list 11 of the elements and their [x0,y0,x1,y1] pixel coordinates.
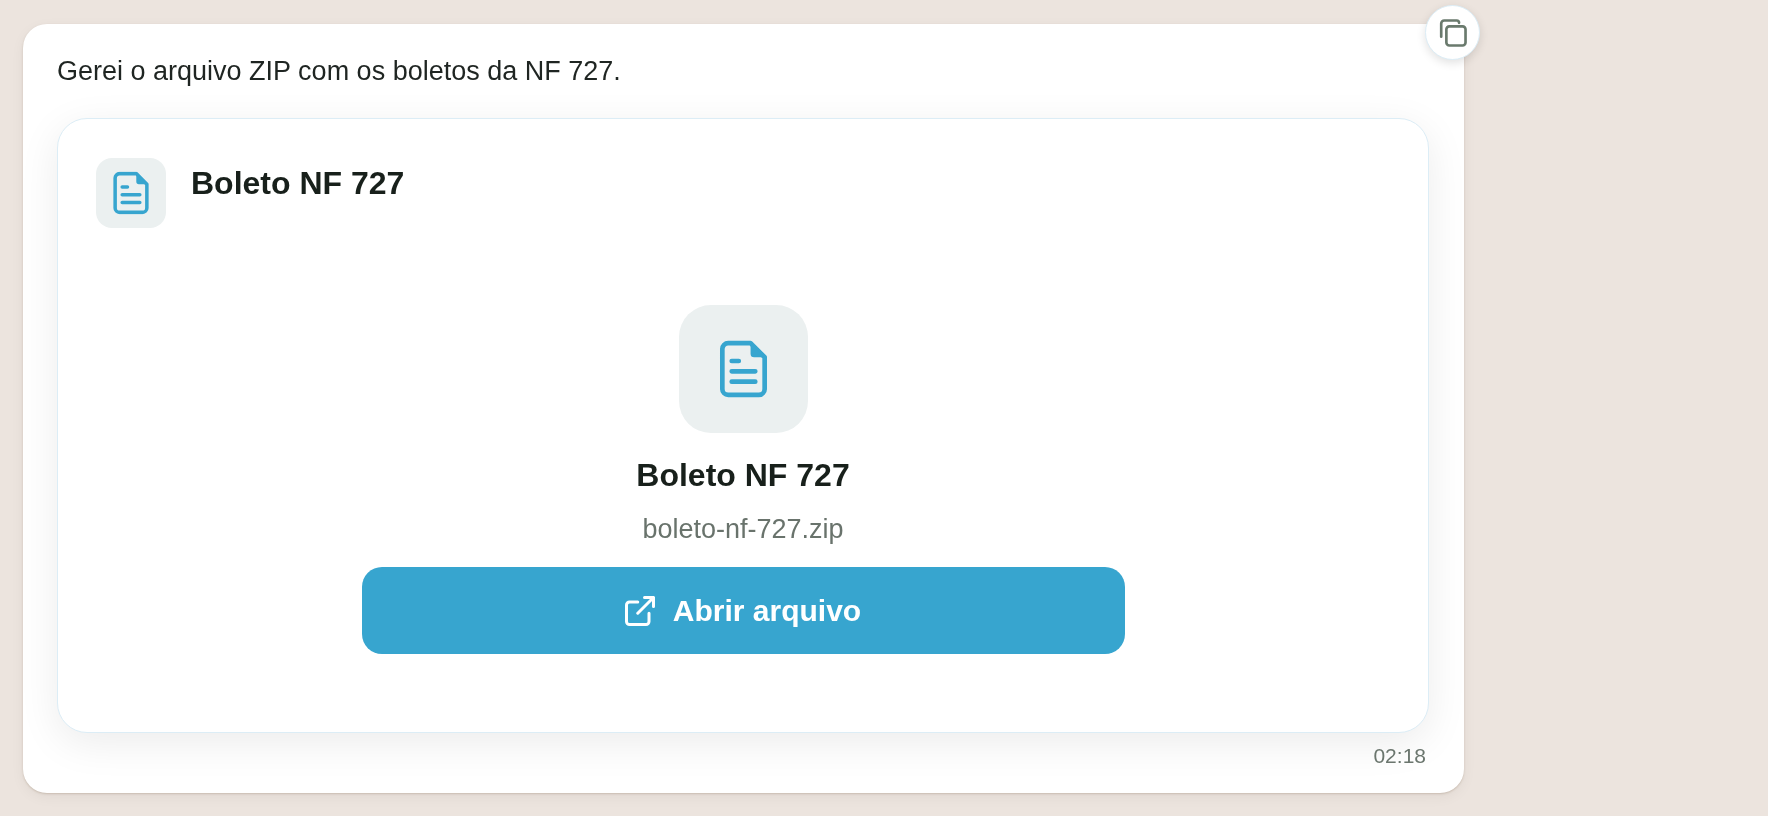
open-file-button[interactable]: Abrir arquivo [361,567,1125,654]
copy-button[interactable] [1425,5,1480,60]
card-title: Boleto NF 727 [191,165,405,202]
file-name: boleto-nf-727.zip [642,514,844,545]
file-title: Boleto NF 727 [636,457,850,494]
copy-icon [1438,18,1467,47]
document-icon [96,158,166,228]
document-icon [678,305,808,433]
message-time: 02:18 [1373,744,1426,768]
external-link-icon [624,595,655,626]
message-text: Gerei o arquivo ZIP com os boletos da NF 727. [57,56,622,87]
